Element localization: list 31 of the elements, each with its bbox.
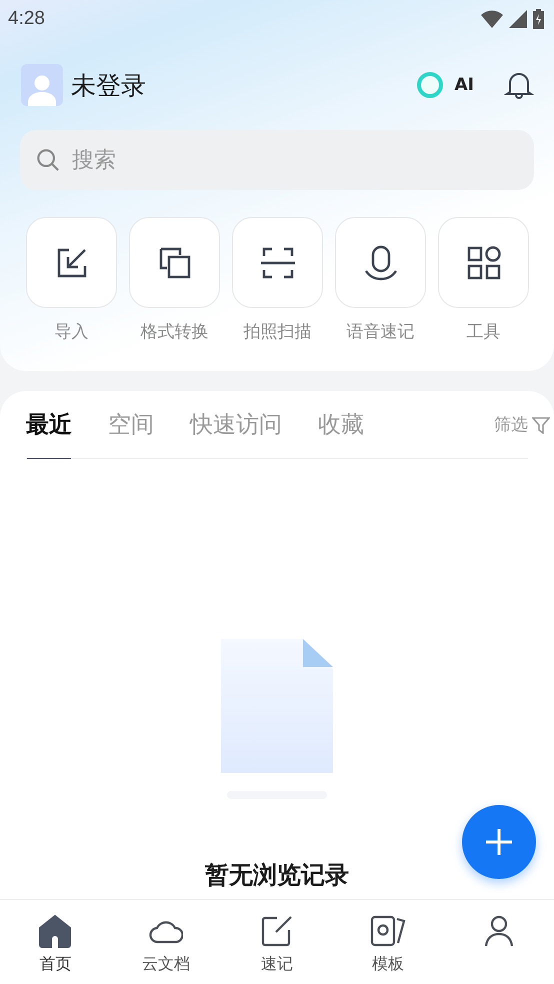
home-icon <box>38 914 72 948</box>
grid-icon <box>466 246 500 280</box>
bell-icon[interactable] <box>504 70 534 100</box>
tab[interactable]: 空间 <box>108 409 154 459</box>
plus-icon <box>484 827 514 857</box>
ai-button[interactable]: AI <box>414 70 474 100</box>
microphone-icon <box>364 244 398 280</box>
person-icon <box>484 914 514 948</box>
ring-icon <box>414 70 445 100</box>
wifi-icon <box>481 10 503 28</box>
tab[interactable]: 收藏 <box>318 409 364 459</box>
tab[interactable]: 最近 <box>26 409 72 459</box>
empty-message: 暂无浏览记录 <box>205 860 349 891</box>
scan-icon <box>260 246 296 280</box>
tab[interactable]: 快速访问 <box>190 409 282 459</box>
search-bar[interactable]: 搜索 <box>20 130 534 190</box>
nav-item[interactable]: 云文档 <box>110 900 222 984</box>
status-time: 4:28 <box>8 8 45 30</box>
copy-icon <box>158 246 192 280</box>
signal-icon <box>509 10 527 28</box>
nav-item[interactable]: 速记 <box>222 900 332 984</box>
filter-icon <box>532 416 550 434</box>
user-name[interactable]: 未登录 <box>71 68 415 102</box>
nav-item[interactable]: 模板 <box>332 900 444 984</box>
battery-icon <box>533 9 544 29</box>
add-button[interactable] <box>462 805 536 879</box>
edit-icon <box>260 914 293 948</box>
nav-item[interactable]: 首页 <box>0 900 111 984</box>
search-icon <box>36 147 60 173</box>
search-field[interactable]: 搜索 <box>70 146 518 174</box>
cards-icon <box>370 914 406 948</box>
